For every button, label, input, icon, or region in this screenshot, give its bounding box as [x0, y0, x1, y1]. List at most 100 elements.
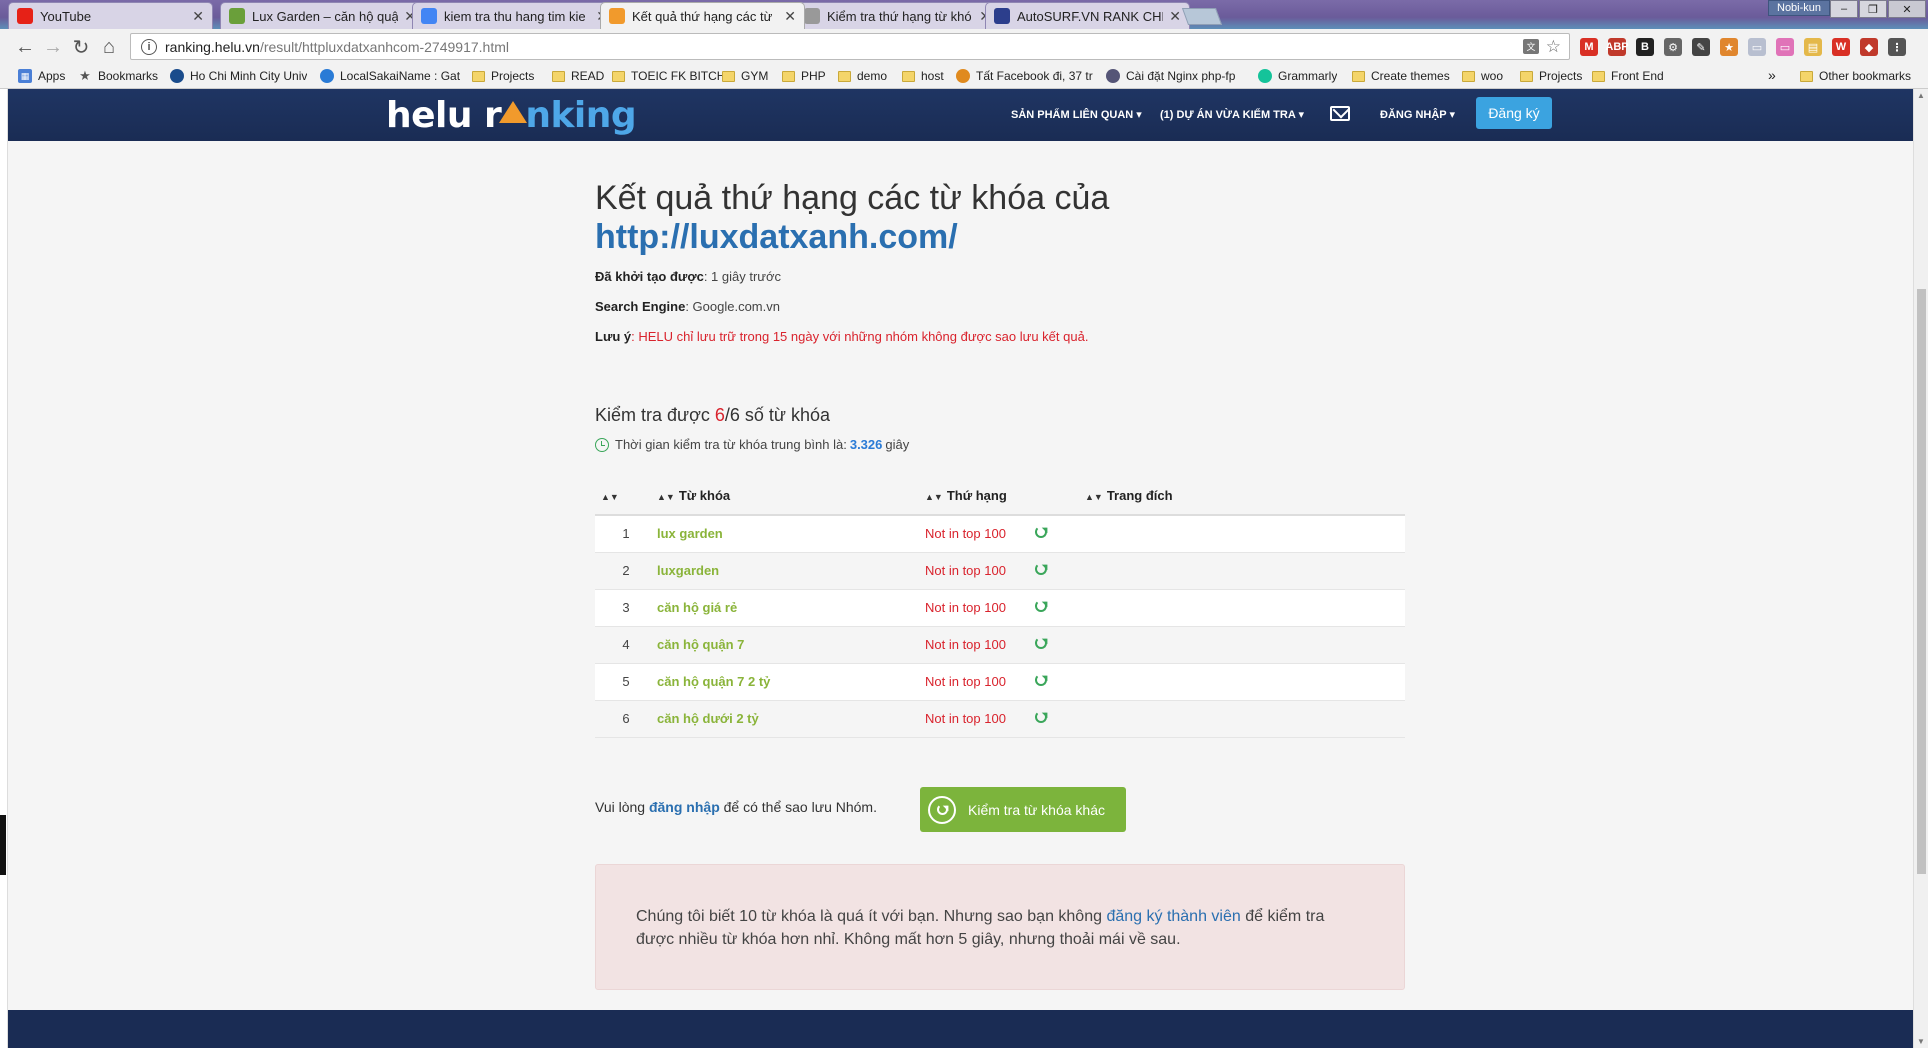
row-refresh[interactable] [1035, 663, 1085, 701]
reload-button[interactable]: ↻ [70, 36, 92, 59]
check-other-keywords-button[interactable]: Kiểm tra từ khóa khác [920, 787, 1126, 832]
signup-button[interactable]: Đăng ký [1476, 97, 1552, 129]
restore-button[interactable]: ❐ [1859, 0, 1887, 18]
address-bar[interactable]: i ranking.helu.vn/result/httpluxdatxanhc… [130, 33, 1570, 60]
checked-count: 6 [714, 405, 725, 425]
tab-2[interactable]: Lux Garden – căn hộ quậ ✕ [220, 2, 425, 29]
bookmark-item[interactable]: Cài đặt Nginx php-fp [1106, 69, 1235, 83]
minimize-button[interactable]: – [1830, 0, 1858, 18]
row-refresh[interactable] [1035, 515, 1085, 553]
refresh-icon[interactable] [1035, 563, 1047, 575]
bookmark-item[interactable]: READ [552, 69, 604, 83]
site-favicon-icon [170, 69, 184, 83]
row-refresh[interactable] [1035, 589, 1085, 627]
row-keyword[interactable]: căn hộ dưới 2 tỷ [657, 700, 925, 738]
bookmark-item[interactable]: TOEIC FK BITCH [612, 69, 725, 83]
translate-icon[interactable]: 文 [1523, 39, 1539, 54]
sort-index-header[interactable]: ▲▼ [595, 477, 657, 516]
sort-target-header[interactable]: ▲▼ Trang đích [1085, 477, 1405, 516]
result-url-link[interactable]: http://luxdatxanh.com/ [595, 218, 958, 257]
autosurf-icon [994, 8, 1010, 24]
extension-icon[interactable]: ★ [1720, 38, 1738, 56]
tab-title: Kết quả thứ hạng các từ [632, 8, 773, 24]
profile-button[interactable]: Nobi-kun [1768, 0, 1831, 16]
close-tab-icon[interactable]: ✕ [784, 8, 796, 25]
extension-icon[interactable]: ABP [1605, 38, 1629, 56]
other-bookmarks[interactable]: Other bookmarks [1800, 69, 1911, 83]
bookmark-item[interactable]: ★ Bookmarks [78, 69, 158, 83]
bookmark-item[interactable]: Create themes [1352, 69, 1450, 83]
register-member-link[interactable]: đăng ký thành viên [1106, 908, 1240, 925]
sort-keyword-header[interactable]: ▲▼ Từ khóa [657, 477, 925, 516]
close-tab-icon[interactable]: ✕ [1169, 8, 1181, 25]
scroll-down-icon[interactable]: ▼ [1917, 1037, 1925, 1046]
page-scrollbar[interactable]: ▲ ▼ [1913, 89, 1928, 1048]
extension-icon[interactable]: ▭ [1776, 38, 1794, 56]
row-refresh[interactable] [1035, 700, 1085, 738]
forward-button[interactable]: → [42, 36, 64, 58]
refresh-icon[interactable] [1035, 674, 1047, 686]
bookmark-item[interactable]: PHP [782, 69, 826, 83]
bookmark-item[interactable]: Projects [472, 69, 534, 83]
bookmark-item[interactable]: Tất Facebook đi, 37 tr [956, 69, 1093, 83]
bookmarks-overflow-icon[interactable]: » [1768, 67, 1776, 83]
tab-4[interactable]: Kết quả thứ hạng các từ ✕ [600, 2, 805, 29]
row-refresh[interactable] [1035, 626, 1085, 664]
sort-rank-header[interactable]: ▲▼ Thứ hạng [925, 477, 1085, 516]
row-refresh[interactable] [1035, 552, 1085, 590]
bookmark-item[interactable]: LocalSakaiName : Gat [320, 69, 460, 83]
refresh-circle-icon [928, 795, 956, 824]
menu-login[interactable]: ĐĂNG NHẬP ▾ [1380, 108, 1455, 121]
home-button[interactable]: ⌂ [98, 36, 120, 58]
row-keyword[interactable]: lux garden [657, 515, 925, 553]
extension-icon[interactable]: W [1832, 38, 1850, 56]
scroll-thumb[interactable] [1917, 289, 1926, 874]
row-keyword[interactable]: luxgarden [657, 552, 925, 590]
extension-icon[interactable]: ✎ [1692, 38, 1710, 56]
tab-5[interactable]: Kiểm tra thứ hạng từ khó✕ [795, 2, 1000, 29]
bookmark-item[interactable]: Front End [1592, 69, 1664, 83]
close-tab-icon[interactable]: ✕ [192, 8, 204, 25]
bookmark-item[interactable]: ▦ Apps [18, 69, 65, 83]
refresh-icon[interactable] [1035, 526, 1047, 539]
refresh-icon[interactable] [1035, 600, 1047, 612]
site-info-icon[interactable]: i [141, 38, 157, 55]
row-keyword[interactable]: căn hộ quận 7 2 tỷ [657, 663, 925, 701]
menu-recent-projects[interactable]: (1) DỰ ÁN VỪA KIỂM TRA ▾ [1160, 108, 1304, 121]
bookmark-item[interactable]: GYM [722, 69, 768, 83]
bookmark-item[interactable]: demo [838, 69, 887, 83]
extension-icon[interactable]: ▭ [1748, 38, 1766, 56]
extension-icon[interactable]: ◆ [1860, 38, 1878, 56]
extension-icon[interactable]: ⋮ [1888, 38, 1906, 56]
tab-6[interactable]: AutoSURF.VN RANK CHE ✕ [985, 2, 1190, 29]
bookmark-item[interactable]: host [902, 69, 944, 83]
row-keyword[interactable]: căn hộ quận 7 [657, 626, 925, 664]
extension-icon[interactable]: ▤ [1804, 38, 1822, 56]
bookmark-item[interactable]: Projects [1520, 69, 1582, 83]
page-icon [804, 8, 820, 24]
close-window-button[interactable]: ✕ [1888, 0, 1926, 18]
tab-3[interactable]: kiem tra thu hang tim kie✕ [412, 2, 617, 29]
mail-icon[interactable] [1330, 106, 1350, 121]
extension-icon[interactable]: ⚙ [1664, 38, 1682, 56]
row-keyword[interactable]: căn hộ giá rẻ [657, 589, 925, 627]
checked-total: /6 số từ khóa [724, 405, 831, 425]
menu-products[interactable]: SẢN PHẨM LIÊN QUAN ▾ [1011, 108, 1142, 121]
refresh-icon[interactable] [1035, 637, 1047, 649]
refresh-icon[interactable] [1035, 711, 1047, 723]
bookmark-star-icon[interactable]: ☆ [1546, 37, 1561, 57]
bookmark-item[interactable]: Grammarly [1258, 69, 1337, 83]
scroll-up-icon[interactable]: ▲ [1917, 91, 1925, 100]
extension-icon[interactable]: B [1636, 38, 1654, 56]
bookmark-item[interactable]: Ho Chi Minh City Univ [170, 69, 307, 83]
bookmark-item[interactable]: woo [1462, 69, 1503, 83]
row-index: 3 [595, 589, 657, 627]
tab-1[interactable]: YouTube ✕ [8, 2, 213, 29]
rank-header-label: Thứ hạng [946, 488, 1007, 503]
extension-icon[interactable]: M [1580, 38, 1598, 56]
new-tab-button[interactable] [1181, 8, 1223, 25]
helu-ranking-logo[interactable]: helu r nking [386, 95, 637, 136]
login-link[interactable]: đăng nhập [649, 799, 720, 815]
folder-icon [838, 70, 851, 82]
back-button[interactable]: ← [14, 36, 36, 58]
